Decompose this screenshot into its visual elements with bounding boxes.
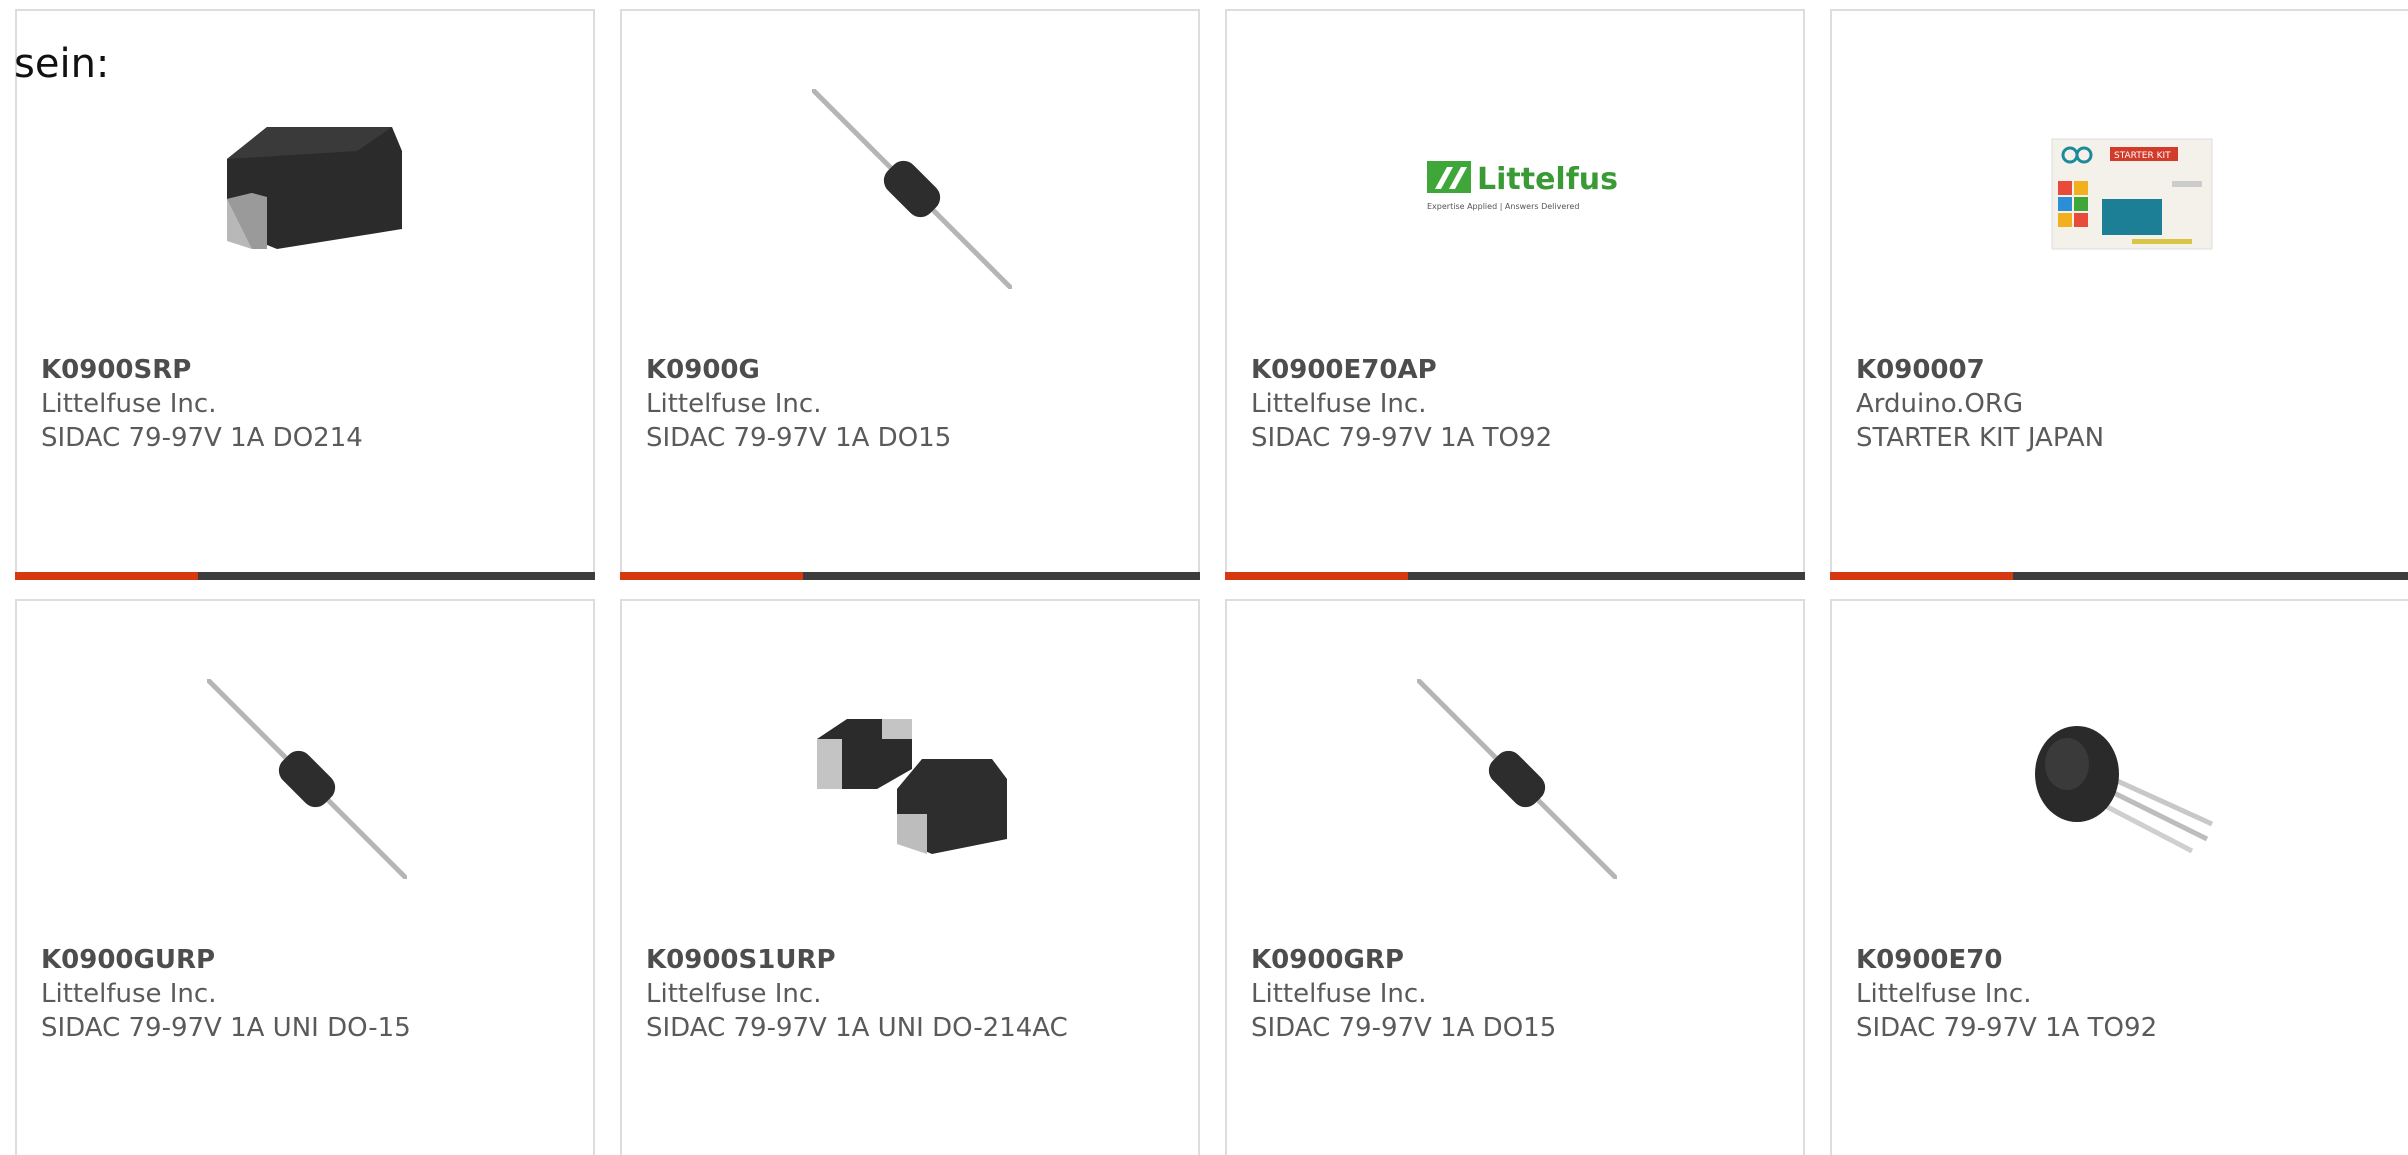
card-accent: [1830, 572, 2013, 580]
axial-diode-image: [812, 89, 1012, 289]
card-accent: [620, 572, 803, 580]
manufacturer: Littelfuse Inc.: [646, 979, 822, 1009]
product-card[interactable]: K0900GRP Littelfuse Inc. SIDAC 79-97V 1A…: [1225, 599, 1805, 1155]
manufacturer: Littelfuse Inc.: [1856, 979, 2032, 1009]
logo-tagline: Expertise Applied | Answers Delivered: [1427, 202, 1579, 211]
manufacturer: Littelfuse Inc.: [41, 979, 217, 1009]
product-card[interactable]: K0900G Littelfuse Inc. SIDAC 79-97V 1A D…: [620, 9, 1200, 580]
part-number[interactable]: K0900E70: [1856, 943, 2398, 977]
product-card[interactable]: STARTER KIT K090007 Arduino.ORG STARTER …: [1830, 9, 2408, 580]
arduino-starter-kit-image: STARTER KIT: [2022, 89, 2222, 289]
axial-diode-image: [1417, 679, 1617, 879]
to92-transistor-image: [2022, 679, 2222, 879]
product-info: K0900G Littelfuse Inc. SIDAC 79-97V 1A D…: [646, 353, 1188, 455]
description: SIDAC 79-97V 1A UNI DO-15: [41, 1013, 411, 1043]
product-card[interactable]: K0900GURP Littelfuse Inc. SIDAC 79-97V 1…: [15, 599, 595, 1155]
manufacturer: Littelfuse Inc.: [1251, 389, 1427, 419]
card-bottom-bar: [620, 572, 1200, 580]
product-info: K0900GRP Littelfuse Inc. SIDAC 79-97V 1A…: [1251, 943, 1793, 1045]
card-accent: [15, 572, 198, 580]
product-card[interactable]: K0900E70 Littelfuse Inc. SIDAC 79-97V 1A…: [1830, 599, 2408, 1155]
product-info: K0900GURP Littelfuse Inc. SIDAC 79-97V 1…: [41, 943, 583, 1045]
part-number[interactable]: K0900GURP: [41, 943, 583, 977]
littelfuse-logo-image: Littelfuse Expertise Applied | Answers D…: [1417, 89, 1617, 289]
manufacturer: Littelfuse Inc.: [1251, 979, 1427, 1009]
description: SIDAC 79-97V 1A TO92: [1251, 423, 1553, 453]
part-number[interactable]: K0900GRP: [1251, 943, 1793, 977]
product-card[interactable]: Littelfuse Expertise Applied | Answers D…: [1225, 9, 1805, 580]
do214-package-image: [207, 89, 407, 289]
description: SIDAC 79-97V 1A DO214: [41, 423, 363, 453]
card-bottom-bar: [1830, 572, 2408, 580]
product-info: K0900E70 Littelfuse Inc. SIDAC 79-97V 1A…: [1856, 943, 2398, 1045]
description: SIDAC 79-97V 1A TO92: [1856, 1013, 2158, 1043]
part-number[interactable]: K0900S1URP: [646, 943, 1188, 977]
part-number[interactable]: K0900E70AP: [1251, 353, 1793, 387]
manufacturer: Arduino.ORG: [1856, 389, 2024, 419]
product-info: K0900S1URP Littelfuse Inc. SIDAC 79-97V …: [646, 943, 1188, 1045]
product-grid: K0900SRP Littelfuse Inc. SIDAC 79-97V 1A…: [15, 9, 2408, 1155]
product-info: K090007 Arduino.ORG STARTER KIT JAPAN: [1856, 353, 2398, 455]
logo-wordmark: Littelfuse: [1477, 162, 1617, 197]
product-info: K0900SRP Littelfuse Inc. SIDAC 79-97V 1A…: [41, 353, 583, 455]
card-bottom-bar: [1225, 572, 1805, 580]
card-bottom-bar: [15, 572, 595, 580]
description: SIDAC 79-97V 1A DO15: [646, 423, 952, 453]
description: SIDAC 79-97V 1A DO15: [1251, 1013, 1557, 1043]
manufacturer: Littelfuse Inc.: [41, 389, 217, 419]
description: SIDAC 79-97V 1A UNI DO-214AC: [646, 1013, 1068, 1043]
description: STARTER KIT JAPAN: [1856, 423, 2105, 453]
smd-diode-pair-image: [812, 679, 1012, 879]
intro-text: sein:: [14, 41, 110, 87]
card-accent: [1225, 572, 1408, 580]
kit-label: STARTER KIT: [2114, 151, 2171, 161]
product-info: K0900E70AP Littelfuse Inc. SIDAC 79-97V …: [1251, 353, 1793, 455]
product-card[interactable]: K0900SRP Littelfuse Inc. SIDAC 79-97V 1A…: [15, 9, 595, 580]
product-card[interactable]: K0900S1URP Littelfuse Inc. SIDAC 79-97V …: [620, 599, 1200, 1155]
part-number[interactable]: K090007: [1856, 353, 2398, 387]
part-number[interactable]: K0900SRP: [41, 353, 583, 387]
axial-diode-image: [207, 679, 407, 879]
manufacturer: Littelfuse Inc.: [646, 389, 822, 419]
product-grid-page: sein: K0900SRP Littelfuse Inc. SIDAC 79-…: [0, 0, 2408, 1155]
part-number[interactable]: K0900G: [646, 353, 1188, 387]
